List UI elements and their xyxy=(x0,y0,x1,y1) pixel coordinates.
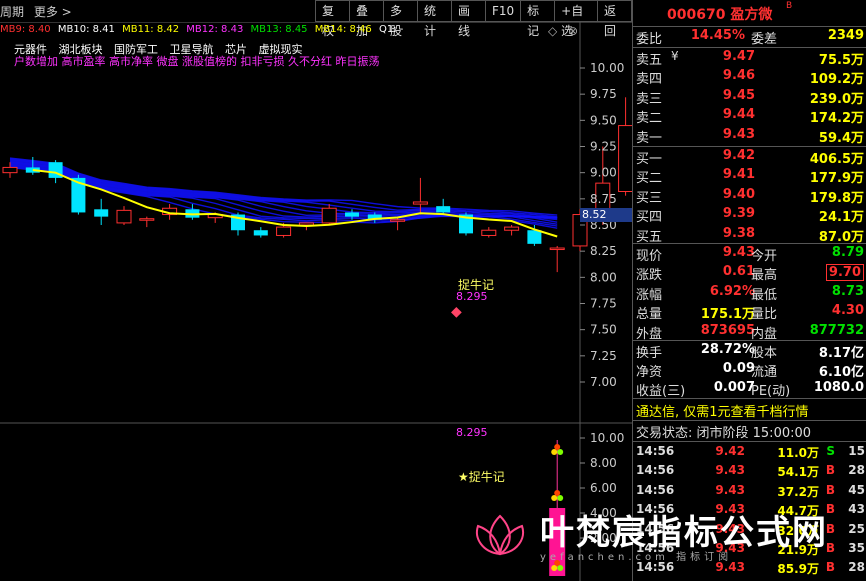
stat-row: 涨幅 6.92% 最低 8.73 xyxy=(636,283,864,303)
price-tick-label: 8.75 xyxy=(590,192,617,206)
quote-panel: 000670 盈方微 B 委比 14.45% 委差 2349 卖五 ¥ 9.47… xyxy=(632,0,866,581)
candle-body-down xyxy=(94,209,109,217)
yellow-ma-line xyxy=(32,169,558,238)
signal-dot xyxy=(557,565,564,571)
candle-body-up xyxy=(412,201,428,205)
price-tick-label: 9.25 xyxy=(590,140,617,154)
candle-body-up xyxy=(139,218,155,221)
current-price-tag: 8.52 xyxy=(580,208,634,222)
signal-dot xyxy=(554,490,561,496)
price-tick-label: 7.25 xyxy=(590,349,617,363)
price-tick-label: 9.75 xyxy=(590,87,617,101)
watermark-title: 叶梵宸指标公式网 xyxy=(540,513,828,553)
stat-row: 总量 175.1万 量比 4.30 xyxy=(636,303,864,323)
lower-zhuoniuji-label: ★捉牛记 xyxy=(458,470,505,484)
signal-dot xyxy=(557,495,564,501)
price-tick-label: 7.75 xyxy=(590,297,617,311)
signal-dot xyxy=(551,449,558,455)
superscript-b: B xyxy=(786,1,793,11)
signal-dot xyxy=(551,495,558,501)
candle-body-up xyxy=(504,226,520,231)
ask-row[interactable]: 卖一 9.43 59.4万 xyxy=(633,127,866,146)
signal-dot xyxy=(551,565,558,571)
trade-status-row: 交易状态: 闭市阶段 15:00:00 xyxy=(636,426,812,441)
fundamental-row: 收益(三) 0.007 PE(动) 1080.0 xyxy=(636,380,864,399)
candle-body-up xyxy=(276,226,292,236)
fundamental-row: 换手 28.72% 股本 8.17亿 xyxy=(636,342,864,361)
ma-ribbon-line xyxy=(9,159,558,219)
candle-body-up xyxy=(481,229,497,236)
price-tick-label: 8.25 xyxy=(590,244,617,258)
lower-value: 8.295 xyxy=(456,426,488,439)
candle-body-up xyxy=(390,219,406,222)
price-tick-label: 10.00 xyxy=(590,61,624,75)
candle-body-down xyxy=(527,230,542,244)
tick-row: 14:56 9.42 11.0万 S 15 xyxy=(636,444,865,460)
price-tick-label: 9.00 xyxy=(590,166,617,180)
lower-tick-label: 6.00 xyxy=(590,481,617,495)
candle-body-up xyxy=(618,125,632,193)
diamond-signal-icon: ◆ xyxy=(451,304,462,320)
ask-row[interactable]: 卖四 9.46 109.2万 xyxy=(633,68,866,87)
signal-dot xyxy=(554,444,561,450)
bid-row[interactable]: 买二 9.41 177.9万 xyxy=(633,167,866,186)
lower-tick-label: 8.00 xyxy=(590,456,617,470)
weibi-row: 委比 14.45% 委差 2349 xyxy=(636,28,864,47)
candle-body-up xyxy=(116,209,132,224)
lower-tick-label: 10.00 xyxy=(590,431,624,445)
bid-row[interactable]: 买一 9.42 406.5万 xyxy=(633,148,866,167)
stat-row: 涨跌 0.61 最高 9.70 xyxy=(633,264,866,283)
ask-row[interactable]: 卖二 9.44 174.2万 xyxy=(633,107,866,126)
price-tick-label: 7.50 xyxy=(590,323,617,337)
tick-row: 14:56 9.43 37.2万 B 45 xyxy=(636,482,865,499)
bid-row[interactable]: 买四 9.39 24.1万 xyxy=(633,206,866,225)
ask-row[interactable]: 卖五 ¥ 9.47 75.5万 xyxy=(633,49,866,68)
price-tick-label: 7.00 xyxy=(590,375,617,389)
candle-body-down xyxy=(345,212,359,217)
notice-row[interactable]: 通达信, 仅需1元查看千档行情 xyxy=(633,401,866,420)
kline-chart[interactable]: 10.009.759.509.259.008.758.508.258.007.7… xyxy=(0,0,632,581)
price-tick-label: 8.00 xyxy=(590,270,617,284)
bid-row[interactable]: 买五 9.38 87.0万 xyxy=(633,226,866,245)
candle-body-up xyxy=(2,166,18,174)
stock-code-name[interactable]: 000670 盈方微 xyxy=(667,4,772,24)
tick-row: 14:56 9.43 54.1万 B 28 xyxy=(636,463,865,480)
bid-row[interactable]: 买三 9.40 179.8万 xyxy=(633,187,866,206)
candle-body-up xyxy=(549,247,565,251)
watermark-sub: yefanchen.com 指标订阅 xyxy=(540,552,733,563)
candle-body-up xyxy=(298,222,314,226)
candle-body-down xyxy=(436,206,451,213)
stat-row: 外盘 873695 内盘 877732 xyxy=(636,322,864,342)
ma-ribbon-line xyxy=(9,158,558,218)
zhuoniuji-value: 8.295 xyxy=(456,290,488,303)
price-tick-label: 9.50 xyxy=(590,113,617,127)
stock-header: 000670 盈方微 B xyxy=(633,0,866,27)
candle-body-up xyxy=(321,207,337,224)
candle-body-down xyxy=(253,230,268,236)
ask-row[interactable]: 卖三 9.45 239.0万 xyxy=(633,88,866,107)
lotus-logo-icon xyxy=(476,514,524,556)
signal-dot xyxy=(557,449,564,455)
stat-row: 现价 9.43 今开 8.79 xyxy=(636,245,864,264)
fundamental-row: 净资 0.09 流通 6.10亿 xyxy=(636,361,864,380)
